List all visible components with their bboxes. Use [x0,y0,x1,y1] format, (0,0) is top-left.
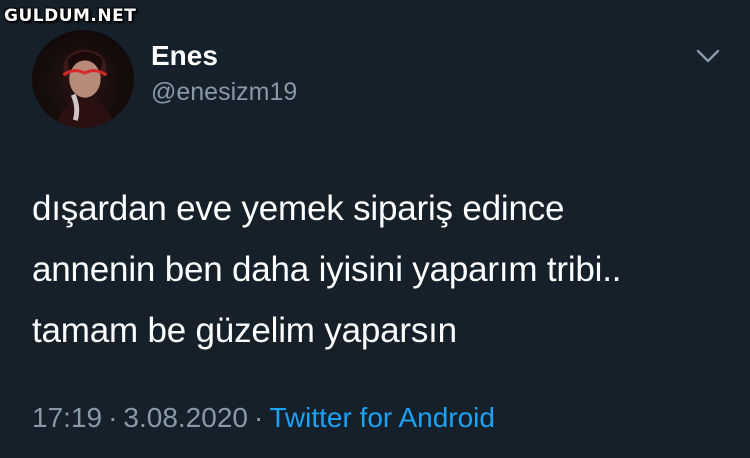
meta-separator: · [108,402,118,433]
meta-separator: · [253,402,264,433]
tweet-time[interactable]: 17:19 [32,402,102,433]
chevron-down-icon[interactable] [694,46,722,66]
tweet-line: dışardan eve yemek sipariş edince [32,189,565,228]
avatar[interactable] [32,30,134,128]
avatar-photo-icon [55,49,115,128]
user-handle[interactable]: @enesizm19 [151,78,297,107]
display-name[interactable]: Enes [151,40,218,72]
tweet-source-link[interactable]: Twitter for Android [269,402,495,433]
tweet-date[interactable]: 3.08.2020 [123,402,248,433]
watermark-logo: GULDUM.NET [4,6,137,26]
tweet-line: annenin ben daha iyisini yaparım tribi.. [32,250,622,289]
tweet-meta: 17:19 · 3.08.2020 · Twitter for Android [32,402,495,434]
tweet-line: tamam be güzelim yaparsın [32,311,457,350]
tweet-text: dışardan eve yemek sipariş edince anneni… [32,178,732,361]
